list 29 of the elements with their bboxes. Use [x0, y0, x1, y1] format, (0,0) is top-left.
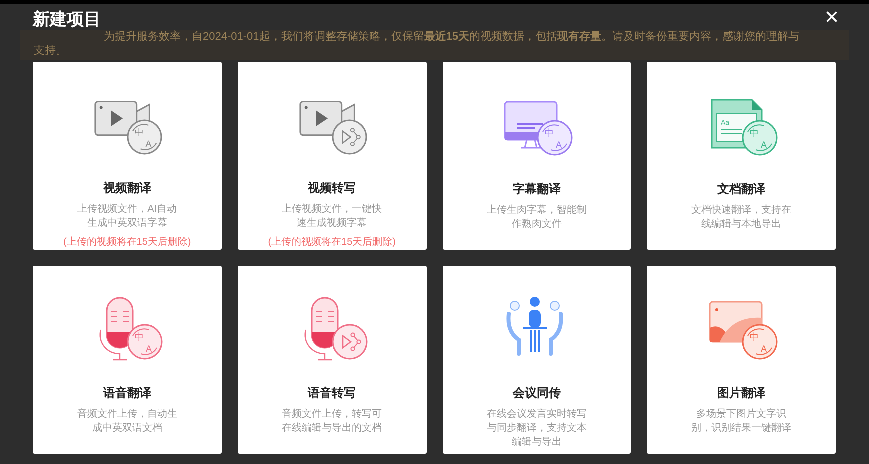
card-title: 会议同传 [512, 385, 561, 402]
project-card[interactable]: 语音转写 音频文件上传，转写可在线编辑与导出的文档 [238, 266, 426, 454]
project-card[interactable]: 中 A 语音翻译 音频文件上传，自动生成中英双语文档 [33, 266, 222, 454]
card-description: 音频文件上传，自动生成中英双语文档 [76, 408, 178, 436]
dialog-title: 新建项目 [33, 9, 101, 31]
card-title: 语音翻译 [103, 385, 152, 402]
card-title: 图片翻译 [718, 385, 766, 402]
card-title: 视频转写 [308, 180, 356, 197]
warning-text: (上传的视频将在15天后删除) [268, 236, 396, 250]
project-card[interactable]: 中 A 字幕翻译 上传生肉字幕，智能制作熟肉文件 [442, 62, 632, 250]
project-card[interactable]: 视频转写 上传视频文件，一键快速生成视频字幕 (上传的视频将在15天后删除) [238, 62, 426, 250]
notice-text: 支持。 [34, 44, 68, 58]
card-description: 音频文件上传，转写可在线编辑与导出的文档 [281, 408, 384, 436]
card-title: 语音转写 [308, 385, 356, 402]
project-card[interactable]: 中 A 图片翻译 多场景下图片文字识别，识别结果一键翻译 [647, 266, 836, 454]
notice-text: 为提升服务效率，自2024-01-01起，我们将调整存储策略，仅保留最近15天的视频数据，包括现有存量。请及时备份重要内容，感谢您的理解与 [103, 30, 801, 44]
card-description: 上传视频文件，AI自动生成中英双语字幕 [76, 203, 178, 231]
card-description: 文档快速翻译，支持在线编辑与本地导出 [690, 204, 793, 232]
card-title: 文档翻译 [718, 181, 766, 198]
card-description: 上传生肉字幕，智能制作熟肉文件 [486, 204, 588, 232]
card-description: 上传视频文件，一键快速生成视频字幕 [281, 203, 384, 231]
project-card[interactable]: 中 A 视频翻译 上传视频文件，AI自动生成中英双语字幕 (上传的视频将在15天后删除) [33, 62, 222, 250]
card-title: 视频翻译 [103, 180, 152, 197]
project-card[interactable]: 会议同传 在线会议发言实时转写与同步翻译，支持文本编辑与导出 [442, 266, 632, 454]
card-title: 字幕翻译 [512, 181, 561, 198]
warning-text: (上传的视频将在15天后删除) [63, 236, 192, 250]
card-description: 在线会议发言实时转写与同步翻译，支持文本编辑与导出 [486, 408, 588, 450]
close-button[interactable]: × [824, 8, 839, 28]
card-description: 多场景下图片文字识别，识别结果一键翻译 [690, 408, 793, 436]
